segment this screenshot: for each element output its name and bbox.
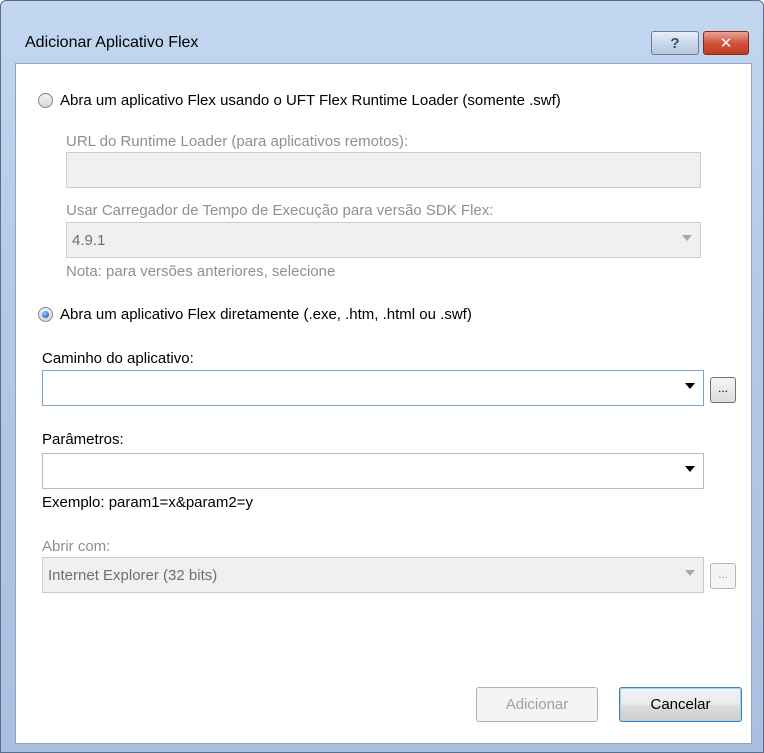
dialog-window: Adicionar Aplicativo Flex ? ✕ Abra um ap… — [0, 0, 764, 753]
open-with-browse-button[interactable]: ... — [710, 563, 736, 589]
sdk-note: Nota: para versões anteriores, selecione — [66, 263, 336, 280]
sdk-version-label: Usar Carregador de Tempo de Execução par… — [66, 202, 494, 219]
radio-runtime-loader[interactable] — [38, 93, 53, 108]
close-button[interactable]: ✕ — [703, 31, 749, 55]
help-button[interactable]: ? — [651, 31, 699, 55]
open-with-select[interactable]: Internet Explorer (32 bits) — [42, 557, 704, 593]
help-icon: ? — [670, 34, 680, 52]
radio-runtime-loader-option[interactable]: Abra um aplicativo Flex usando o UFT Fle… — [38, 92, 561, 109]
radio-direct-option[interactable]: Abra um aplicativo Flex diretamente (.ex… — [38, 306, 472, 323]
radio-direct-label: Abra um aplicativo Flex diretamente (.ex… — [60, 306, 472, 323]
runtime-url-label: URL do Runtime Loader (para aplicativos … — [66, 133, 409, 150]
add-button[interactable]: Adicionar — [476, 687, 598, 722]
app-path-combobox[interactable] — [42, 370, 704, 406]
sdk-version-select[interactable]: 4.9.1 — [66, 222, 701, 258]
chevron-down-icon — [685, 570, 695, 576]
app-path-browse-button[interactable]: ... — [710, 377, 736, 403]
dialog-body: Abra um aplicativo Flex usando o UFT Fle… — [15, 63, 752, 744]
params-example: Exemplo: param1=x&param2=y — [42, 494, 253, 511]
open-with-label: Abrir com: — [42, 538, 111, 555]
title-bar[interactable]: Adicionar Aplicativo Flex ? ✕ — [1, 1, 763, 55]
runtime-url-input[interactable] — [66, 152, 701, 188]
radio-runtime-loader-label: Abra um aplicativo Flex usando o UFT Fle… — [60, 92, 561, 109]
params-combobox[interactable] — [42, 453, 704, 489]
chevron-down-icon[interactable] — [685, 466, 695, 472]
cancel-button[interactable]: Cancelar — [619, 687, 742, 722]
close-icon: ✕ — [719, 35, 733, 52]
params-label: Parâmetros: — [42, 431, 124, 448]
chevron-down-icon — [682, 235, 692, 241]
app-path-label: Caminho do aplicativo: — [42, 350, 194, 367]
chevron-down-icon[interactable] — [685, 383, 695, 389]
radio-direct[interactable] — [38, 307, 53, 322]
dialog-title: Adicionar Aplicativo Flex — [25, 34, 199, 51]
